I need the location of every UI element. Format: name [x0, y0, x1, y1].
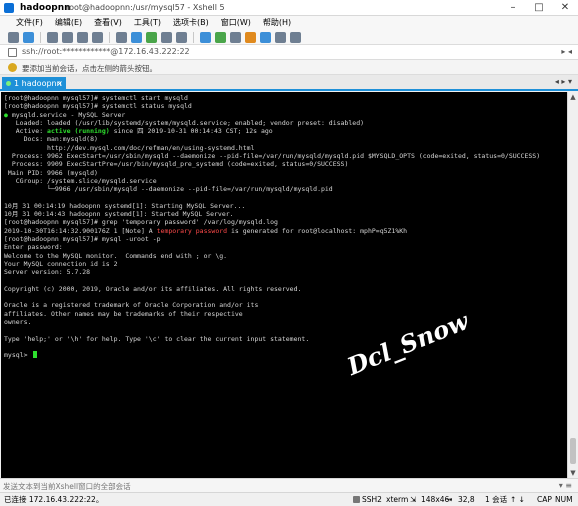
paste-icon[interactable] [77, 31, 88, 43]
menu-file[interactable]: 文件(F) [10, 16, 49, 30]
maximize-button[interactable]: □ [526, 0, 552, 16]
terminal-cursor [33, 351, 38, 359]
terminal-type: xterm [386, 495, 409, 504]
compose-bar: ▾ ≡ [0, 478, 578, 492]
terminal-line: Active: active (running) since 四 2019-10… [4, 127, 273, 136]
address-text[interactable]: ssh://root:************@172.16.43.222:22 [22, 47, 190, 56]
terminal-line: [root@hadoopnn mysql57]# systemctl statu… [4, 102, 192, 111]
transfer-arrows-icon: ↑ ↓ [510, 495, 525, 504]
menu-help[interactable]: 帮助(H) [257, 16, 297, 30]
menu-bar: 文件(F) 编辑(E) 查看(V) 工具(T) 选项卡(B) 窗口(W) 帮助(… [0, 16, 578, 30]
terminal-line: 2019-10-30T16:14:32.900176Z 1 [Note] A t… [4, 226, 408, 235]
title-tab-name: hadoopnn [20, 3, 71, 13]
cursor-position: 32,8 [458, 495, 475, 504]
session-count: 1 会话 [485, 495, 508, 504]
terminal-line: Server version: 5.7.28 [4, 268, 91, 277]
caps-lock-indicator: CAP [537, 495, 552, 504]
address-bar: ssh://root:************@172.16.43.222:22… [0, 45, 578, 60]
terminal-line: [root@hadoopnn mysql57]# systemctl start… [4, 94, 188, 102]
session-tab-strip: 1 hadoopnn × ◂ ▸ ▾ [0, 75, 578, 91]
toolbar-divider [40, 31, 41, 43]
terminal-size-icon: ⇲ [410, 495, 417, 504]
title-bar: hadoopnn root@hadoopnn:/usr/mysql57 - Xs… [0, 0, 578, 16]
find-icon[interactable] [92, 31, 103, 43]
print-icon[interactable] [116, 31, 127, 43]
lock-icon [8, 48, 17, 57]
terminal-line: Process: 9962 ExecStart=/usr/sbin/mysqld… [4, 152, 541, 161]
terminal-line: [root@hadoopnn mysql57]# grep 'temporary… [4, 218, 278, 227]
xshell-app-icon [4, 3, 14, 13]
menu-edit[interactable]: 编辑(E) [49, 16, 88, 30]
new-session-icon[interactable] [8, 31, 19, 43]
terminal-line: Loaded: loaded (/usr/lib/systemd/system/… [4, 118, 365, 127]
terminal-line: Docs: man:mysqld(8) [4, 135, 98, 144]
cursor-position-icon: ⇥ [446, 495, 453, 504]
status-bar: 已连接 172.16.43.222:22。 SSH2 xterm ⇲ 148x4… [0, 492, 578, 506]
menu-tools[interactable]: 工具(T) [128, 16, 167, 30]
menu-tabs[interactable]: 选项卡(B) [167, 16, 215, 30]
terminal-area[interactable]: [root@hadoopnn mysql57]# systemctl start… [1, 92, 567, 478]
connected-status-icon [6, 81, 11, 86]
toolbar-divider [109, 31, 110, 43]
terminal-line: [root@hadoopnn mysql57]# mysql -uroot -p [4, 235, 161, 244]
tab-hadoopnn[interactable]: 1 hadoopnn × [2, 77, 66, 91]
help-icon[interactable] [290, 31, 301, 43]
terminal-line: Copyright (c) 2000, 2019, Oracle and/or … [4, 284, 302, 293]
terminal-line: 10月 31 00:14:43 hadoopnn systemd[1]: Sta… [4, 210, 234, 219]
protocol: SSH2 [362, 495, 382, 504]
terminal-line: Process: 9909 ExecStartPre=/usr/bin/mysq… [4, 160, 349, 169]
terminal-line: Enter password: [4, 243, 63, 252]
connection-status: 已连接 172.16.43.222:22。 [4, 495, 104, 504]
xftp-icon[interactable] [200, 31, 211, 43]
hint-text: 要添加当前会话，点击左侧的箭头按钮。 [22, 64, 157, 73]
compose-options-icon[interactable]: ▾ ≡ [559, 481, 572, 490]
open-session-icon[interactable] [23, 31, 34, 43]
properties-icon[interactable] [131, 31, 142, 43]
terminal-line: http://dev.mysql.com/doc/refman/en/using… [4, 143, 255, 152]
scroll-thumb[interactable] [570, 438, 576, 464]
terminal-line: Main PID: 9966 (mysqld) [4, 168, 98, 177]
copy-icon[interactable] [62, 31, 73, 43]
bookmark-icon[interactable] [8, 63, 17, 72]
reconnect-icon[interactable] [47, 31, 58, 43]
window-controls: – □ ✕ [500, 0, 578, 16]
tab-nav-arrows[interactable]: ◂ ▸ ▾ [555, 77, 572, 86]
minimize-button[interactable]: – [500, 0, 526, 16]
lock-icon [353, 496, 360, 503]
transfer-icon[interactable] [215, 31, 226, 43]
address-nav-arrows[interactable]: ▸ ◂ [561, 47, 572, 56]
menu-view[interactable]: 查看(V) [88, 16, 128, 30]
toolbar [0, 30, 578, 45]
scroll-down-icon[interactable]: ▼ [568, 468, 578, 478]
window-title: root@hadoopnn:/usr/mysql57 - Xshell 5 [66, 3, 225, 12]
terminal-scrollbar[interactable]: ▲ ▼ [567, 92, 578, 478]
highlight-icon[interactable] [245, 31, 256, 43]
num-lock-indicator: NUM [555, 495, 573, 504]
terminal-line: 10月 31 00:14:19 hadoopnn systemd[1]: Sta… [4, 201, 246, 210]
toolbar-divider [193, 31, 194, 43]
terminal-line: ● mysqld.service - MySQL Server [4, 110, 126, 119]
terminal-line: └─9966 /usr/sbin/mysqld --daemonize --pi… [4, 185, 333, 194]
terminal-line: mysql> [4, 351, 540, 359]
keyboard-icon[interactable] [176, 31, 187, 43]
tab-label: 1 hadoopnn [14, 79, 62, 88]
terminal-line: Your MySQL connection id is 2 [4, 259, 118, 268]
send-text-input[interactable] [3, 480, 543, 492]
close-button[interactable]: ✕ [552, 0, 578, 16]
terminal-line: Welcome to the MySQL monitor. Commands e… [4, 251, 228, 260]
lock-screen-icon[interactable] [275, 31, 286, 43]
globe-icon[interactable] [146, 31, 157, 43]
script-icon[interactable] [230, 31, 241, 43]
scroll-up-icon[interactable]: ▲ [568, 92, 578, 102]
menu-window[interactable]: 窗口(W) [215, 16, 257, 30]
fullscreen-icon[interactable] [260, 31, 271, 43]
font-icon[interactable] [161, 31, 172, 43]
hint-bar: 要添加当前会话，点击左侧的箭头按钮。 [0, 60, 578, 75]
tab-close-icon[interactable]: × [56, 77, 63, 91]
